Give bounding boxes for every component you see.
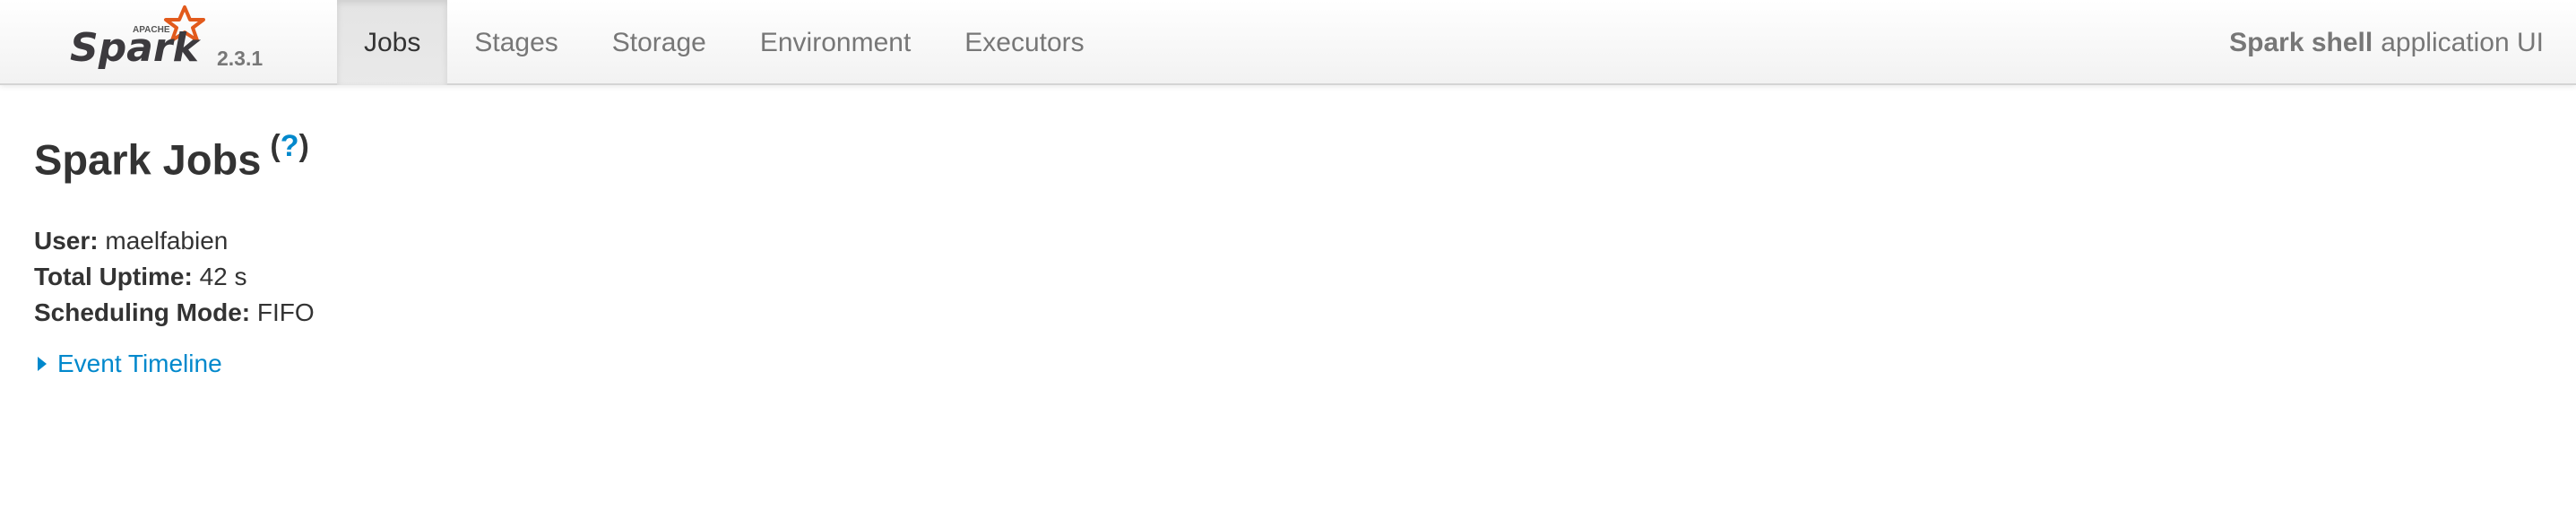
scheduling-mode-row: Scheduling Mode: FIFO: [34, 295, 315, 331]
application-title-suffix: application UI: [2381, 27, 2544, 57]
tab-executors[interactable]: Executors: [938, 0, 1111, 85]
spark-logo-text: Spark: [70, 25, 202, 71]
user-label: User:: [34, 227, 99, 255]
help-close-paren: ): [298, 129, 309, 163]
user-row: User: maelfabien: [34, 223, 315, 259]
tab-stages[interactable]: Stages: [447, 0, 584, 85]
event-timeline-label: Event Timeline: [57, 350, 222, 377]
spark-logo: APACHE Spark: [70, 5, 205, 71]
user-value: maelfabien: [105, 227, 229, 255]
caret-right-icon: [38, 357, 47, 371]
top-navbar: APACHE Spark 2.3.1 Jobs Stages Storage E…: [0, 0, 2576, 85]
spark-version: 2.3.1: [217, 47, 264, 70]
job-summary: User: maelfabien Total Uptime: 42 s Sche…: [34, 223, 315, 331]
tab-environment[interactable]: Environment: [733, 0, 938, 85]
page-title-text: Spark Jobs: [34, 135, 262, 184]
page-title: Spark Jobs (?): [34, 131, 309, 184]
tab-jobs[interactable]: Jobs: [337, 0, 448, 85]
help-tooltip: (?): [270, 129, 308, 163]
uptime-row: Total Uptime: 42 s: [34, 259, 315, 295]
main-content: Spark Jobs (?) User: maelfabien Total Upt…: [34, 131, 315, 377]
tab-storage[interactable]: Storage: [585, 0, 733, 85]
application-title: Spark shell application UI: [2229, 0, 2544, 85]
uptime-value: 42 s: [199, 263, 247, 290]
uptime-label: Total Uptime:: [34, 263, 193, 290]
help-icon[interactable]: ?: [281, 129, 299, 163]
spark-logo-link[interactable]: APACHE Spark 2.3.1: [66, 0, 272, 85]
main-nav-tabs: Jobs Stages Storage Environment Executor…: [337, 0, 1111, 85]
scheduling-mode-label: Scheduling Mode:: [34, 298, 251, 326]
scheduling-mode-value: FIFO: [256, 298, 315, 326]
help-open-paren: (: [270, 129, 281, 163]
application-name: Spark shell: [2229, 27, 2373, 57]
event-timeline-toggle[interactable]: Event Timeline: [34, 350, 222, 378]
